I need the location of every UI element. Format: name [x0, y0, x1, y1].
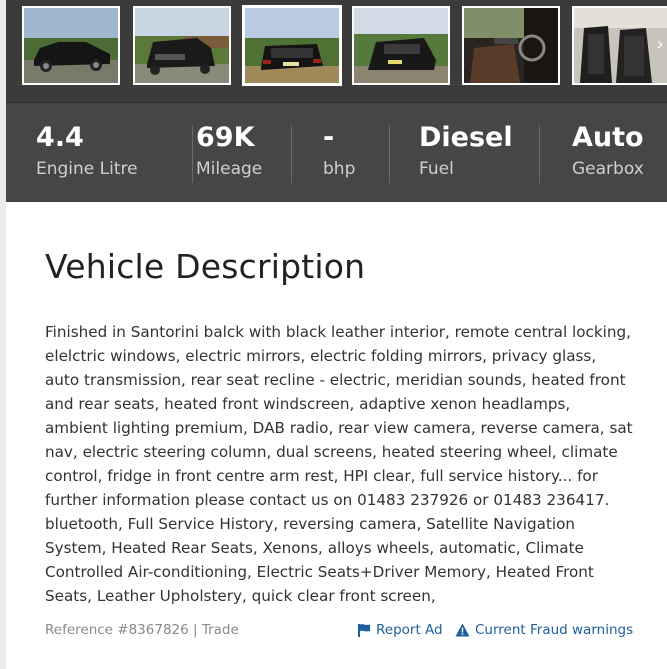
spec-divider — [539, 125, 540, 183]
spec-gearbox: Auto Gearbox — [572, 121, 644, 181]
spec-engine: 4.4 Engine Litre — [36, 121, 138, 181]
section-title: Vehicle Description — [45, 247, 366, 286]
thumbnail-2[interactable] — [133, 6, 231, 85]
spec-mileage-value: 69K — [196, 122, 255, 153]
reference-text: Reference #8367826 | Trade — [45, 622, 239, 638]
thumbnail-gallery: › — [6, 0, 667, 102]
spec-engine-label: Engine Litre — [36, 159, 138, 179]
thumbnail-5[interactable] — [462, 6, 560, 85]
spec-engine-value: 4.4 — [36, 122, 84, 153]
spec-fuel: Diesel Fuel — [419, 121, 513, 181]
spec-bhp-label: bhp — [323, 159, 356, 179]
car-front-left-image — [24, 8, 118, 83]
next-thumbnails-chevron-right-icon[interactable]: › — [653, 30, 667, 60]
spec-gearbox-label: Gearbox — [572, 159, 644, 179]
thumbnail-1[interactable] — [22, 6, 120, 85]
vehicle-listing: › 4.4 Engine Litre 69K Mileage - bhp Die… — [0, 0, 667, 669]
thumbnail-3-selected[interactable] — [242, 5, 342, 86]
spec-mileage: 69K Mileage — [196, 121, 262, 181]
fraud-warnings-label: Current Fraud warnings — [475, 622, 634, 638]
report-ad-label: Report Ad — [376, 622, 443, 638]
description-text: Finished in Santorini balck with black l… — [45, 323, 633, 605]
spec-fuel-label: Fuel — [419, 159, 454, 179]
spec-divider — [389, 125, 390, 183]
listing-footer: Reference #8367826 | Trade Report Ad Cur… — [45, 620, 635, 644]
vehicle-specs-bar: 4.4 Engine Litre 69K Mileage - bhp Diese… — [6, 102, 667, 203]
car-front-image — [135, 8, 229, 83]
spec-mileage-label: Mileage — [196, 159, 263, 179]
spec-divider — [291, 125, 292, 183]
spec-bhp: - bhp — [323, 121, 355, 181]
report-ad-link[interactable]: Report Ad — [357, 622, 443, 638]
spec-bhp-value: - — [323, 122, 335, 153]
fraud-warnings-link[interactable]: Current Fraud warnings — [455, 622, 633, 638]
car-rear-right-image — [354, 8, 448, 83]
thumbnail-4[interactable] — [352, 6, 450, 85]
spec-gearbox-value: Auto — [572, 122, 644, 153]
interior-front-image — [464, 8, 558, 83]
warning-icon — [455, 623, 470, 637]
flag-icon — [358, 624, 370, 637]
spec-divider — [192, 125, 193, 183]
vehicle-description-section: Vehicle Description Finished in Santorin… — [6, 202, 667, 669]
spec-fuel-value: Diesel — [419, 122, 513, 153]
car-rear-image — [245, 8, 339, 83]
